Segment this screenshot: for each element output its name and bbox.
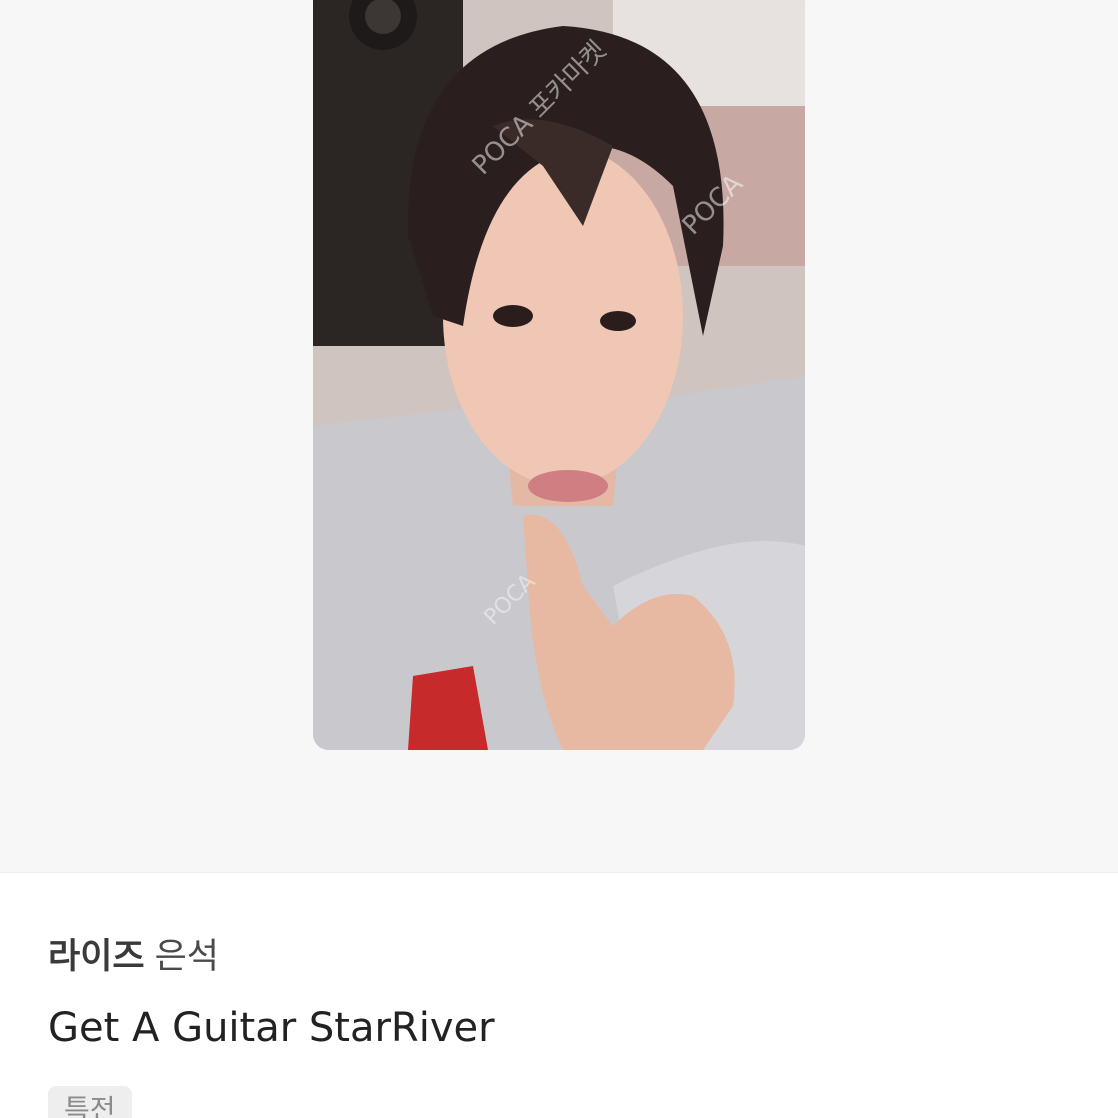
photocard-image[interactable]: POCA 포카마켓 POCA POCA (313, 0, 805, 750)
artist-line: 라이즈 은석 (48, 930, 1078, 984)
product-title: Get A Guitar StarRiver (48, 1005, 495, 1051)
product-detail-screen: POCA 포카마켓 POCA POCA 라이즈 은석 Get A Guitar S… (0, 0, 1118, 1118)
category-tag[interactable]: 특전 (48, 1086, 132, 1118)
member-name[interactable]: 은석 (155, 937, 219, 977)
section-divider (0, 872, 1118, 873)
group-name[interactable]: 라이즈 (48, 937, 145, 977)
product-info: 라이즈 은석 Get A Guitar StarRiver (48, 930, 1078, 1054)
product-image-area[interactable]: POCA 포카마켓 POCA POCA (0, 0, 1118, 872)
